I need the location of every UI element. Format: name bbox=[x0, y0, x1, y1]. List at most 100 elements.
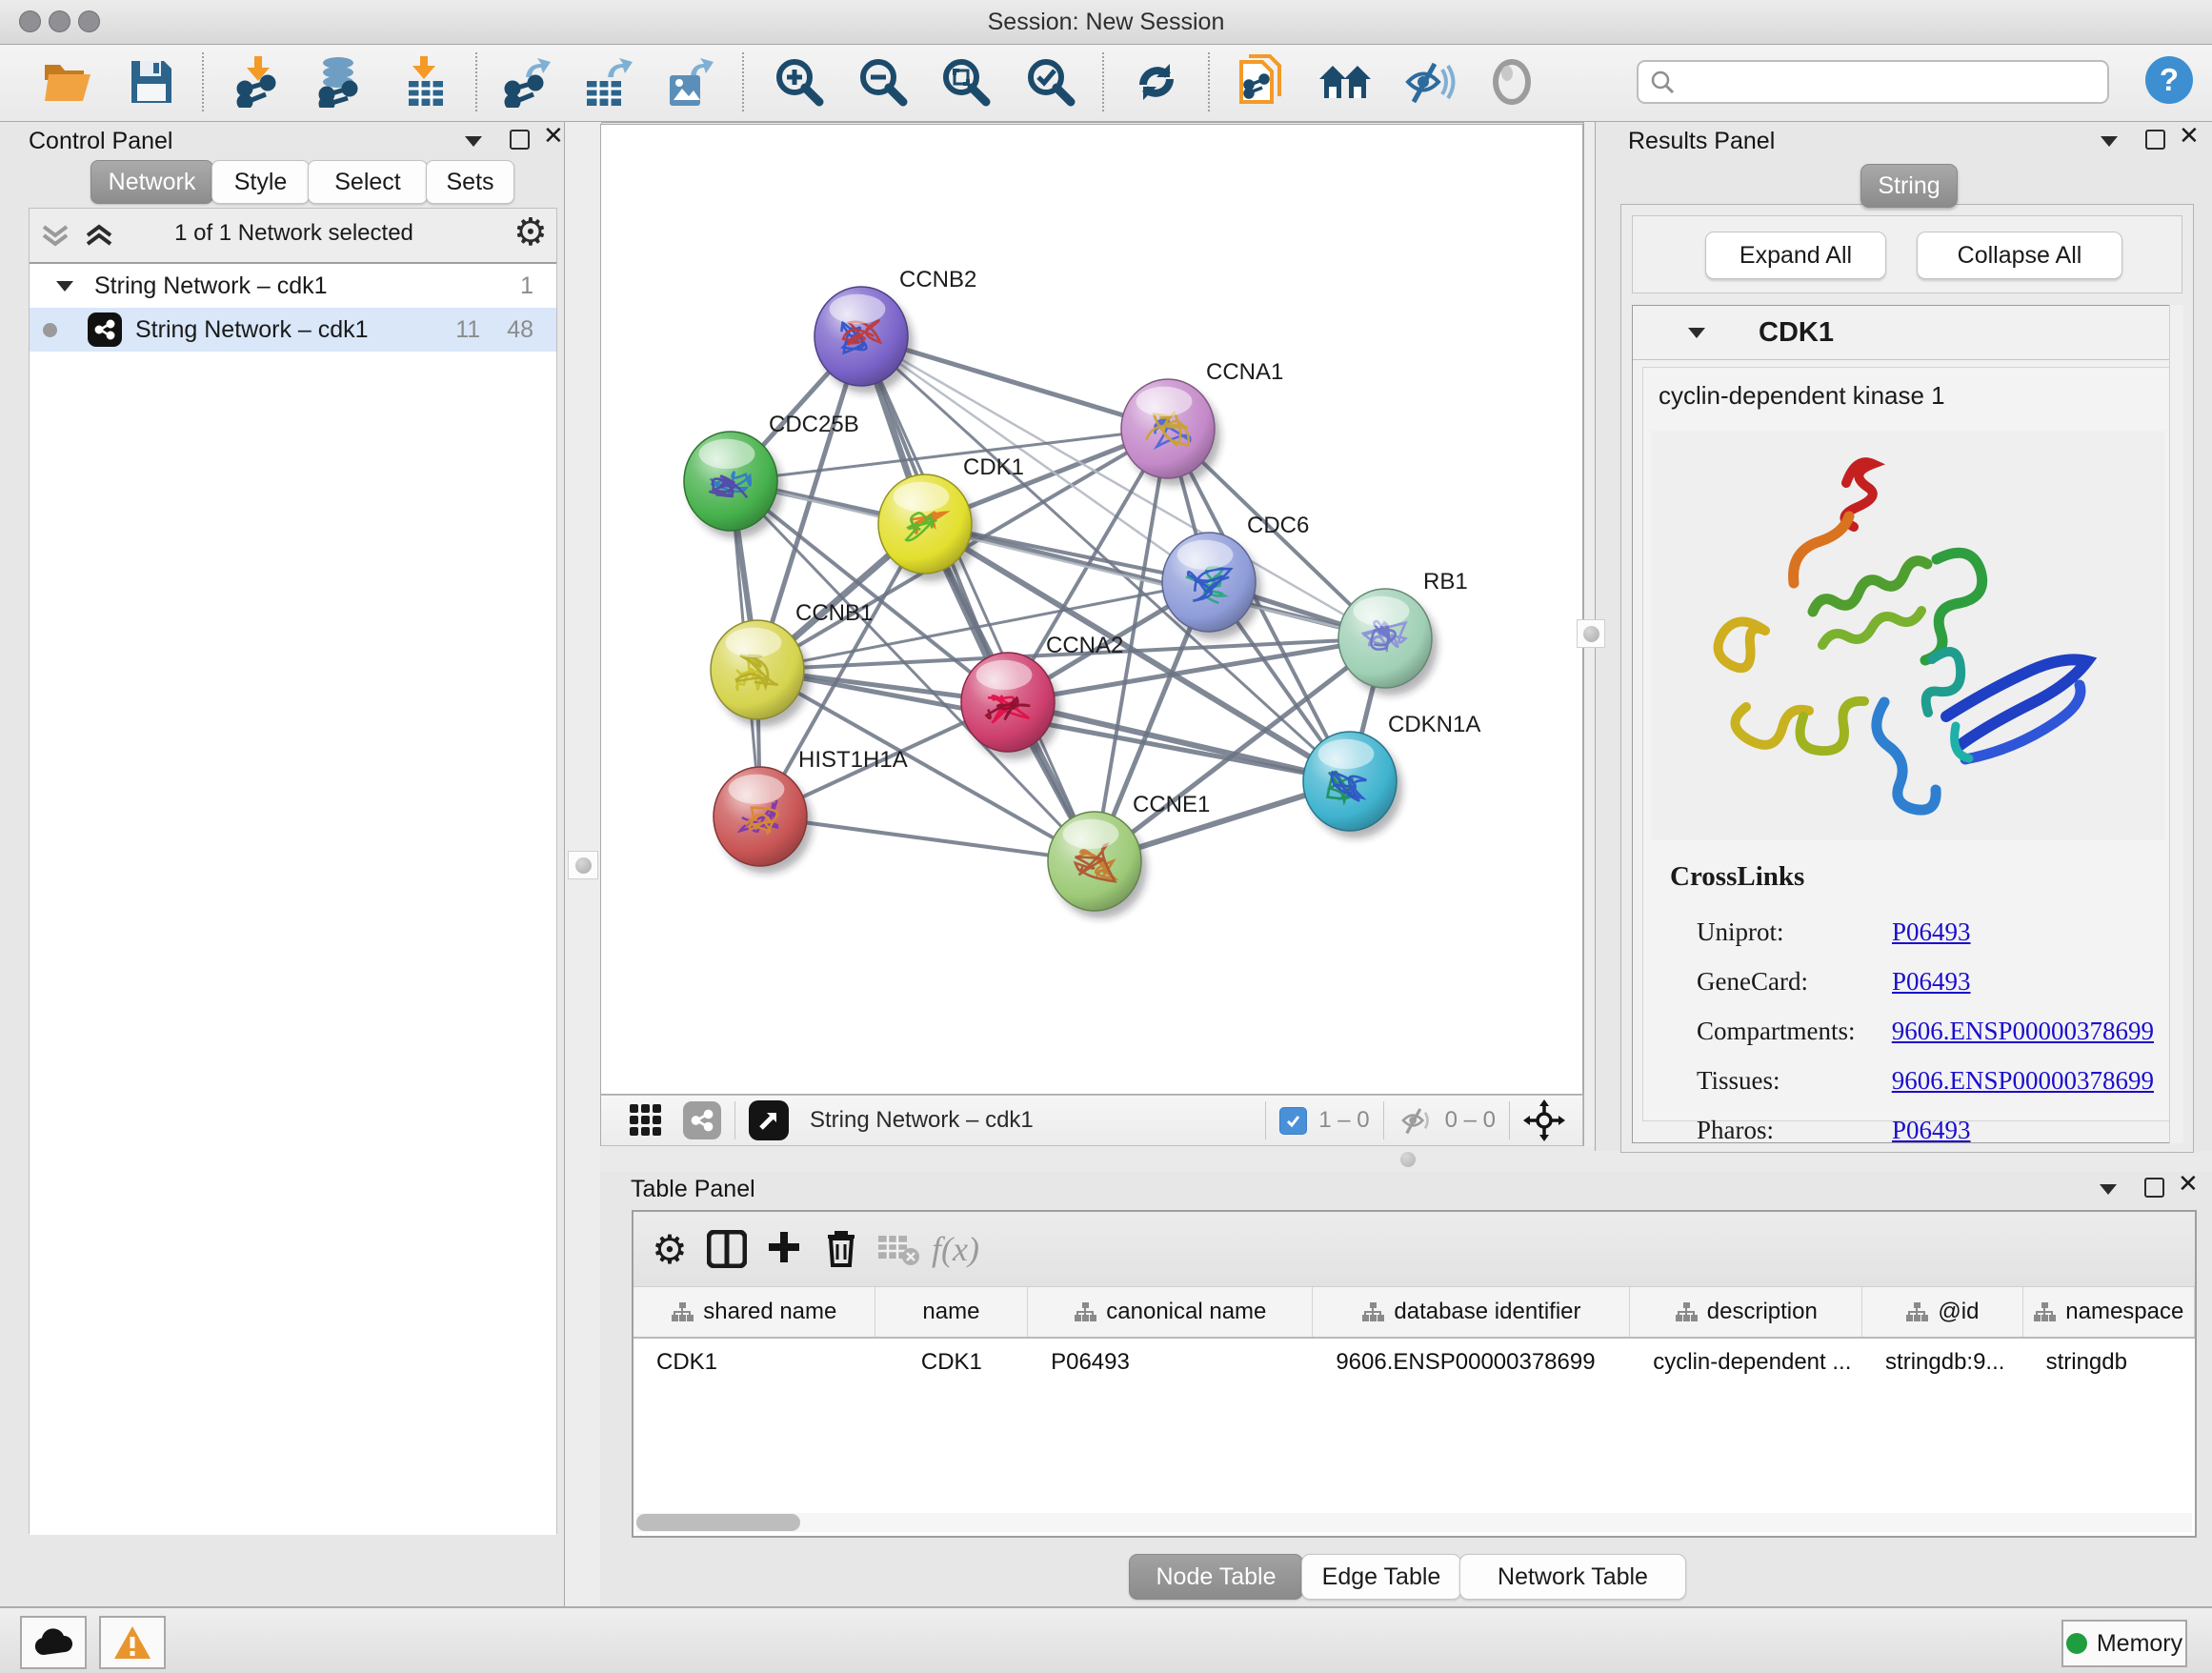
panel-close-icon[interactable]: ✕ bbox=[2179, 126, 2200, 145]
hidden-eye-icon[interactable] bbox=[1398, 1105, 1436, 1136]
table-row[interactable]: CDK1CDK1P064939606.ENSP00000378699cyclin… bbox=[633, 1339, 2195, 1386]
table-cell[interactable]: cyclin-dependent ... bbox=[1630, 1339, 1862, 1386]
network-node-CDC25B[interactable] bbox=[684, 432, 783, 538]
splitter-handle[interactable] bbox=[568, 851, 598, 879]
network-node-RB1[interactable] bbox=[1338, 589, 1438, 695]
zoom-fit-icon[interactable] bbox=[938, 54, 994, 110]
table-cell[interactable]: stringdb bbox=[2023, 1339, 2195, 1386]
control-panel-title: Control Panel bbox=[29, 128, 172, 155]
hidden-counts: 0 – 0 bbox=[1445, 1107, 1496, 1134]
panel-float-icon[interactable] bbox=[2145, 130, 2165, 150]
share-view-icon[interactable] bbox=[683, 1101, 721, 1139]
table-cell[interactable]: stringdb:9... bbox=[1862, 1339, 2023, 1386]
table-cell[interactable]: CDK1 bbox=[633, 1339, 875, 1386]
open-folder-icon[interactable] bbox=[40, 54, 95, 110]
delete-column-icon[interactable] bbox=[813, 1222, 870, 1276]
refresh-icon[interactable] bbox=[1129, 54, 1184, 110]
control-panel: Control Panel ✕ NetworkStyleSelectSets 1… bbox=[0, 122, 564, 1606]
network-node-CDKN1A[interactable] bbox=[1303, 732, 1402, 838]
document-share-icon[interactable] bbox=[1234, 54, 1289, 110]
birdseye-view-icon[interactable] bbox=[749, 1100, 789, 1140]
tree-expander-icon[interactable] bbox=[56, 281, 73, 292]
column-header-name[interactable]: name bbox=[875, 1287, 1029, 1337]
tab-network[interactable]: Network bbox=[90, 160, 213, 204]
function-builder-icon[interactable]: f(x) bbox=[927, 1222, 984, 1276]
network-node-HIST1H1A[interactable] bbox=[714, 767, 813, 874]
expand-all-button[interactable]: Expand All bbox=[1705, 232, 1886, 279]
results-scrollbar[interactable] bbox=[2169, 305, 2183, 1143]
tab-edge-table[interactable]: Edge Table bbox=[1301, 1554, 1461, 1600]
network-row-selected[interactable]: String Network – cdk1 11 48 bbox=[30, 308, 556, 352]
network-node-CCNA1[interactable] bbox=[1121, 379, 1220, 486]
column-header-namespace[interactable]: namespace bbox=[2023, 1287, 2195, 1337]
crosslink-value-link[interactable]: P06493 bbox=[1892, 1116, 1971, 1145]
cloud-icon[interactable] bbox=[20, 1616, 87, 1669]
table-cell[interactable]: 9606.ENSP00000378699 bbox=[1313, 1339, 1630, 1386]
zoom-out-icon[interactable] bbox=[855, 54, 911, 110]
panel-collapse-icon[interactable] bbox=[465, 136, 482, 147]
tab-node-table[interactable]: Node Table bbox=[1129, 1554, 1303, 1600]
grid-view-icon[interactable] bbox=[628, 1102, 664, 1139]
column-header-shared-name[interactable]: shared name bbox=[633, 1287, 875, 1337]
table-hscrollbar[interactable] bbox=[636, 1513, 2192, 1532]
network-node-CCNB2[interactable] bbox=[814, 287, 914, 393]
vertical-splitter-left[interactable] bbox=[564, 122, 602, 1606]
zoom-selected-icon[interactable] bbox=[1023, 54, 1078, 110]
selected-checkbox-icon[interactable] bbox=[1279, 1107, 1307, 1135]
tab-sets[interactable]: Sets bbox=[426, 160, 514, 204]
column-header-description[interactable]: description bbox=[1630, 1287, 1862, 1337]
export-network-icon[interactable] bbox=[498, 54, 553, 110]
show-hide-eye-icon[interactable] bbox=[1401, 54, 1457, 110]
crosslink-value-link[interactable]: P06493 bbox=[1892, 917, 1971, 947]
search-input[interactable] bbox=[1637, 60, 2109, 104]
import-table-icon[interactable] bbox=[398, 54, 453, 110]
add-column-icon[interactable] bbox=[755, 1222, 813, 1276]
crosslink-value-link[interactable]: 9606.ENSP00000378699 bbox=[1892, 1066, 2154, 1096]
warning-icon[interactable] bbox=[99, 1616, 166, 1669]
network-node-CCNA2[interactable] bbox=[961, 653, 1060, 759]
fit-crosshair-icon[interactable] bbox=[1523, 1099, 1565, 1141]
columns-icon[interactable] bbox=[698, 1222, 755, 1276]
eye-disabled-icon[interactable] bbox=[1484, 54, 1539, 110]
gene-header-row[interactable]: CDK1 bbox=[1633, 306, 2182, 360]
delete-table-icon[interactable] bbox=[870, 1222, 927, 1276]
gear-icon[interactable]: ⚙ bbox=[513, 211, 548, 254]
panel-collapse-icon[interactable] bbox=[2100, 1184, 2117, 1195]
tab-select[interactable]: Select bbox=[308, 160, 428, 204]
export-image-icon[interactable] bbox=[663, 54, 718, 110]
import-database-icon[interactable] bbox=[311, 54, 366, 110]
tab-style[interactable]: Style bbox=[211, 160, 310, 204]
column-header-database-identifier[interactable]: database identifier bbox=[1313, 1287, 1630, 1337]
collapse-all-button[interactable]: Collapse All bbox=[1917, 232, 2122, 279]
zoom-in-icon[interactable] bbox=[772, 54, 827, 110]
panel-float-icon[interactable] bbox=[2144, 1178, 2164, 1198]
crosslink-label: Pharos: bbox=[1697, 1116, 1892, 1145]
crosslink-value-link[interactable]: P06493 bbox=[1892, 967, 1971, 997]
tab-string[interactable]: String bbox=[1860, 164, 1958, 208]
network-collection-row[interactable]: String Network – cdk1 1 bbox=[30, 264, 556, 308]
gear-icon[interactable]: ⚙ bbox=[641, 1222, 698, 1276]
crosslink-value-link[interactable]: 9606.ENSP00000378699 bbox=[1892, 1017, 2154, 1046]
table-cell[interactable]: CDK1 bbox=[875, 1339, 1028, 1386]
import-network-icon[interactable] bbox=[231, 54, 286, 110]
column-header-canonical-name[interactable]: canonical name bbox=[1028, 1287, 1313, 1337]
panel-collapse-icon[interactable] bbox=[2101, 136, 2118, 147]
memory-button[interactable]: Memory bbox=[2061, 1620, 2187, 1667]
panel-close-icon[interactable]: ✕ bbox=[2178, 1174, 2199, 1193]
column-header--id[interactable]: @id bbox=[1862, 1287, 2022, 1337]
panel-close-icon[interactable]: ✕ bbox=[543, 126, 564, 145]
network-edge-CCNB2-CCNE1[interactable] bbox=[861, 336, 1095, 861]
home-network-icon[interactable] bbox=[1317, 54, 1373, 110]
panel-float-icon[interactable] bbox=[510, 130, 530, 150]
network-node-CCNE1[interactable] bbox=[1048, 812, 1147, 918]
export-table-icon[interactable] bbox=[580, 54, 635, 110]
save-icon[interactable] bbox=[124, 54, 179, 110]
network-canvas[interactable]: CCNB2CCNA1CDC25BCDK1CDC6RB1CCNB1CCNA2CDK… bbox=[600, 124, 1583, 1095]
help-icon[interactable]: ? bbox=[2145, 56, 2193, 104]
tab-network-table[interactable]: Network Table bbox=[1459, 1554, 1686, 1600]
section-expander-icon[interactable] bbox=[1688, 328, 1705, 338]
splitter-handle[interactable] bbox=[1577, 619, 1605, 648]
table-cell[interactable]: P06493 bbox=[1028, 1339, 1313, 1386]
network-node-CDK1[interactable] bbox=[878, 474, 977, 581]
scrollbar-thumb[interactable] bbox=[636, 1514, 800, 1531]
